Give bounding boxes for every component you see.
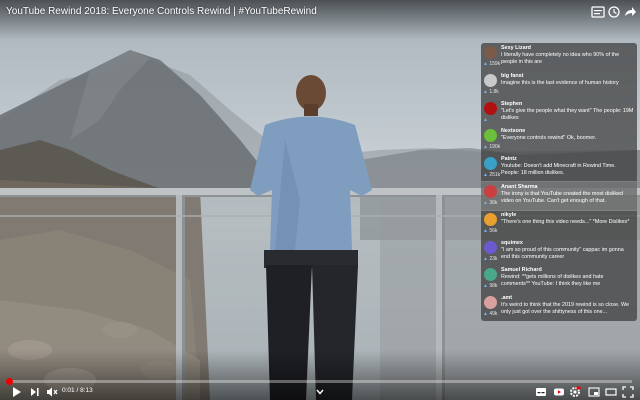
comment-text: The irony is that YouTube created the mo… bbox=[501, 190, 624, 204]
comment-author: .amt bbox=[501, 295, 513, 302]
time-total: 8:13 bbox=[80, 387, 93, 394]
comment-text: Rewind: **gets millions of dislikes and … bbox=[501, 274, 604, 288]
comment-author: Samuel Richard bbox=[501, 267, 542, 274]
fullscreen-icon[interactable] bbox=[622, 386, 634, 398]
like-count-value: 56k bbox=[489, 227, 498, 234]
thumbs-up-icon: ▲ bbox=[483, 283, 488, 290]
volume-muted-icon[interactable] bbox=[46, 386, 58, 398]
comment-text: "I am so proud of this community" cappac… bbox=[501, 246, 624, 260]
like-count-value: 36k bbox=[489, 199, 498, 206]
time-current: 0:01 bbox=[62, 387, 75, 394]
chat-message: ▲ Stephen "Let's give the people what the… bbox=[481, 99, 637, 127]
chat-toggle-icon[interactable] bbox=[591, 6, 605, 18]
like-count-value: 98k bbox=[489, 283, 498, 290]
comment-text: I literally have completely no idea who … bbox=[501, 52, 620, 65]
like-count-value: 159k bbox=[489, 61, 501, 67]
thumbs-up-icon: ▲ bbox=[483, 144, 488, 151]
thumbs-up-icon: ▲ bbox=[483, 227, 488, 234]
thumbs-up-icon: ▲ bbox=[483, 88, 488, 95]
comment-text: "Everyone controls rewind" Ok, boomer. bbox=[501, 135, 597, 142]
like-count: ▲ 1.8k bbox=[483, 89, 499, 95]
avatar bbox=[484, 296, 497, 310]
share-icon[interactable] bbox=[623, 6, 637, 18]
chat-message: ▲ 23k squimex "I am so proud of this commu… bbox=[481, 238, 637, 266]
thumbs-up-icon: ▲ bbox=[483, 61, 488, 67]
miniplayer-icon[interactable] bbox=[588, 386, 600, 398]
like-count: ▲ 190k bbox=[483, 144, 500, 150]
time-display: 0:01 / 8:13 bbox=[62, 386, 93, 396]
thumbs-up-icon: ▲ bbox=[483, 172, 488, 179]
chat-message: ▲ 251k Paintz Youtube: Doesn't add Minecra… bbox=[481, 154, 637, 182]
like-count: ▲ 251k bbox=[483, 172, 500, 178]
chat-message: ▲ 49k .amt It's weird to think that the 20… bbox=[481, 293, 637, 321]
chat-message: ▲ 56k nikyle "There's one thing this video… bbox=[481, 210, 637, 238]
like-count-value: 1.8k bbox=[489, 88, 499, 95]
comments-overlay: ▲ 159k Sexy Lizard I literally have comple… bbox=[481, 43, 637, 321]
like-count: ▲ 56k bbox=[483, 228, 497, 234]
avatar bbox=[484, 157, 497, 171]
like-count-value: 49k bbox=[489, 311, 498, 318]
comment-text: "Let's give the people what they want" T… bbox=[501, 107, 634, 121]
comment-author: Nextsone bbox=[501, 128, 526, 135]
youtube-logo-icon[interactable] bbox=[553, 386, 565, 398]
next-icon[interactable] bbox=[30, 386, 40, 398]
avatar bbox=[484, 212, 497, 226]
like-count-value: 190k bbox=[489, 144, 501, 151]
subtitles-icon[interactable] bbox=[535, 386, 547, 398]
progress-bar[interactable] bbox=[6, 378, 632, 385]
watch-later-icon[interactable] bbox=[607, 6, 621, 18]
play-icon[interactable] bbox=[12, 386, 22, 398]
settings-icon[interactable] bbox=[569, 386, 581, 398]
chat-message: ▲ 36k Anant Sharma The irony is that YouTu… bbox=[481, 180, 637, 211]
like-count: ▲ 36k bbox=[483, 200, 497, 206]
like-count: ▲ 159k bbox=[483, 61, 500, 67]
comment-text: Youtube: Doesn't add Minecraft in Rewind… bbox=[501, 163, 616, 177]
chat-message: ▲ 1.8k big fanst Imagine this is the last … bbox=[481, 71, 637, 99]
thumbs-up-icon: ▲ bbox=[483, 255, 488, 262]
comment-author: Stephen bbox=[501, 100, 523, 107]
avatar bbox=[484, 240, 497, 254]
thumbs-up-icon: ▲ bbox=[483, 116, 488, 123]
chat-message: ▲ 190k Nextsone "Everyone controls rewind"… bbox=[481, 126, 637, 154]
like-count: ▲ 98k bbox=[483, 283, 497, 289]
like-count: ▲ 49k bbox=[483, 311, 497, 317]
like-count-value: 23k bbox=[489, 255, 498, 262]
avatar bbox=[484, 268, 497, 282]
chat-message: ▲ 159k Sexy Lizard I literally have comple… bbox=[481, 43, 637, 71]
comment-author: Paintz bbox=[501, 156, 517, 163]
avatar bbox=[484, 46, 497, 59]
comment-author: Anant Sharma bbox=[501, 183, 538, 190]
chat-message: ▲ 98k Samuel Richard Rewind: **gets millio… bbox=[481, 265, 637, 293]
like-count: ▲ 23k bbox=[483, 256, 497, 262]
thumbs-up-icon: ▲ bbox=[483, 311, 488, 318]
comment-text: "There's one thing this video needs..." … bbox=[501, 218, 630, 225]
like-count: ▲ bbox=[483, 117, 488, 123]
avatar bbox=[484, 184, 497, 198]
comment-author: nikyle bbox=[501, 211, 517, 218]
theater-icon[interactable] bbox=[605, 386, 617, 398]
comment-author: squimex bbox=[501, 239, 523, 246]
comment-text: Imagine this is the last evidence of hum… bbox=[501, 79, 619, 86]
comment-author: big fanst bbox=[501, 72, 524, 79]
like-count-value: 251k bbox=[489, 172, 501, 179]
avatar bbox=[484, 129, 497, 143]
video-title[interactable]: YouTube Rewind 2018: Everyone Controls R… bbox=[6, 6, 317, 17]
comment-author: Sexy Lizard bbox=[501, 45, 531, 51]
comment-text: It's weird to think that the 2019 rewind… bbox=[501, 302, 629, 316]
thumbs-up-icon: ▲ bbox=[483, 199, 488, 206]
avatar bbox=[484, 101, 497, 115]
avatar bbox=[484, 73, 497, 87]
chevron-down-icon[interactable] bbox=[316, 386, 324, 398]
